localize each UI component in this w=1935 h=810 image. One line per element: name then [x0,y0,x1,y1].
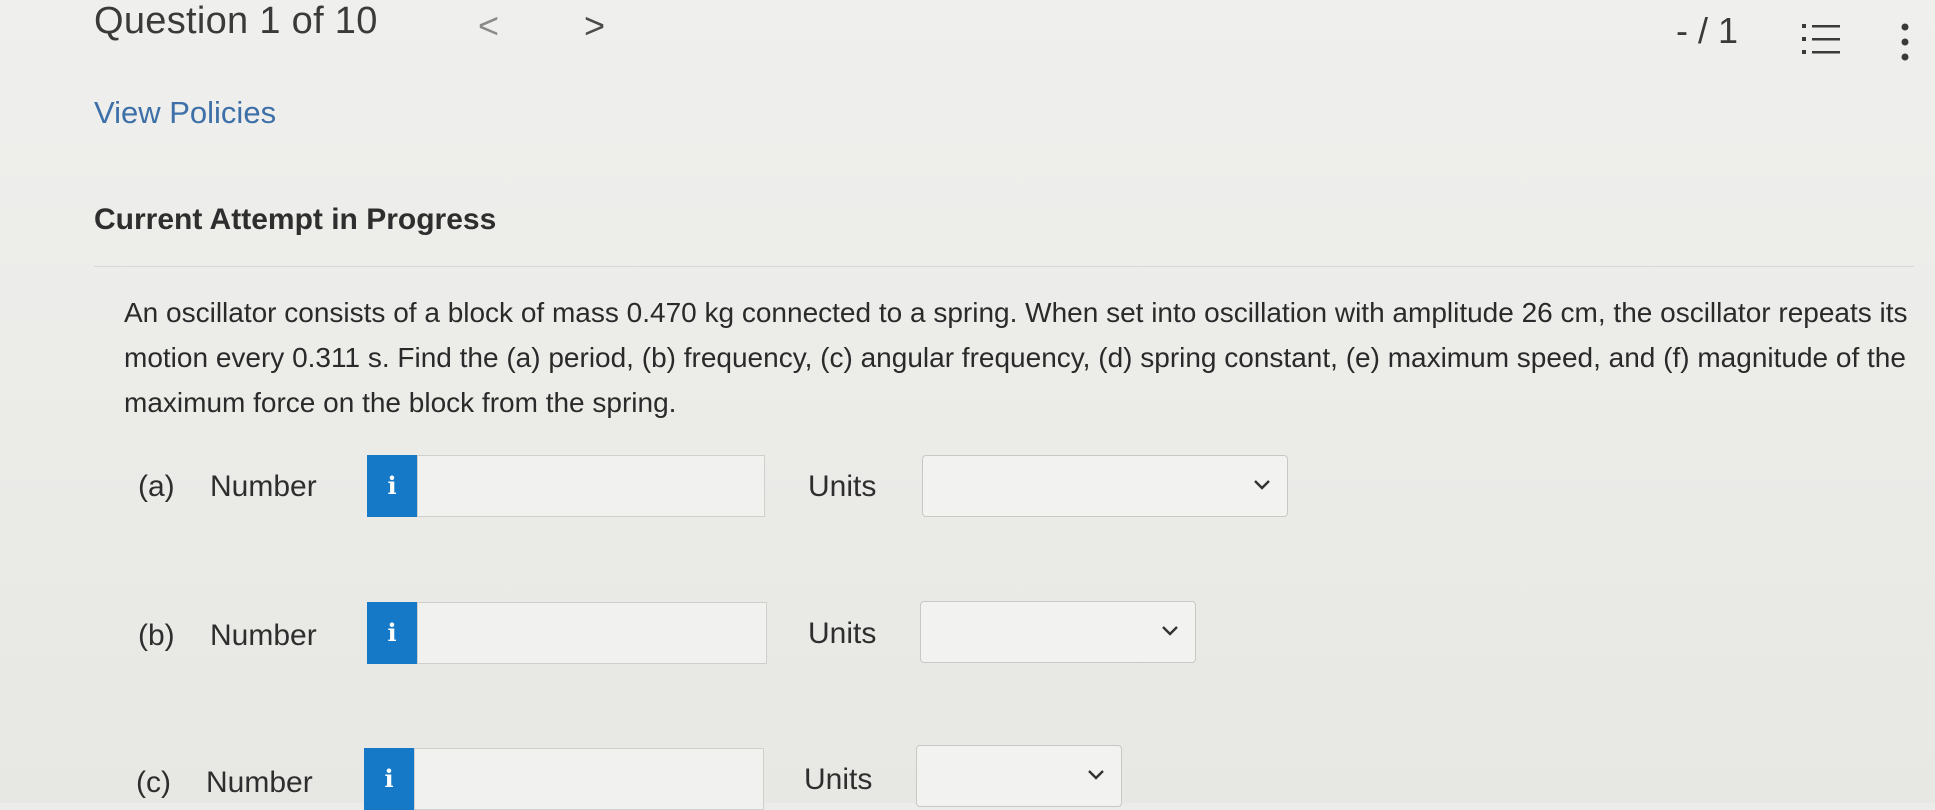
part-b-units-label: Units [808,617,877,650]
question-title: Question 1 of 10 [94,0,378,42]
part-c-number-input[interactable] [414,748,764,810]
chevron-down-icon [1162,626,1178,636]
part-c-label: (c) [136,766,171,799]
chevron-down-icon [1088,770,1104,780]
more-vertical-icon[interactable] [1898,22,1912,62]
list-icon[interactable] [1802,22,1842,58]
part-c-units-select[interactable] [916,745,1122,807]
next-question-button[interactable]: > [584,4,605,48]
chevron-down-icon [1254,480,1270,490]
divider [94,266,1914,267]
part-b-number-input[interactable] [417,602,767,664]
problem-statement: An oscillator consists of a block of mas… [124,297,1908,418]
part-a-label: (a) [138,470,175,503]
part-a-number-input[interactable] [417,455,765,517]
part-a-units-select[interactable] [922,455,1288,517]
attempt-status-heading: Current Attempt in Progress [94,203,497,236]
page: Question 1 of 10 < > - / 1 View Policies… [0,0,1935,810]
previous-question-button[interactable]: < [478,4,499,48]
part-c-info-icon[interactable]: i [364,748,414,810]
part-b-label: (b) [138,619,175,652]
part-c-number-label: Number [206,766,313,799]
part-a-info-icon[interactable]: i [367,455,417,517]
part-a-units-label: Units [808,470,877,503]
part-a-number-label: Number [210,470,317,503]
part-b-units-select[interactable] [920,601,1196,663]
part-b-info-icon[interactable]: i [367,602,417,664]
question-score: - / 1 [1676,10,1739,51]
part-c-units-label: Units [804,763,873,796]
part-b-number-label: Number [210,619,317,652]
view-policies-link[interactable]: View Policies [94,95,276,131]
